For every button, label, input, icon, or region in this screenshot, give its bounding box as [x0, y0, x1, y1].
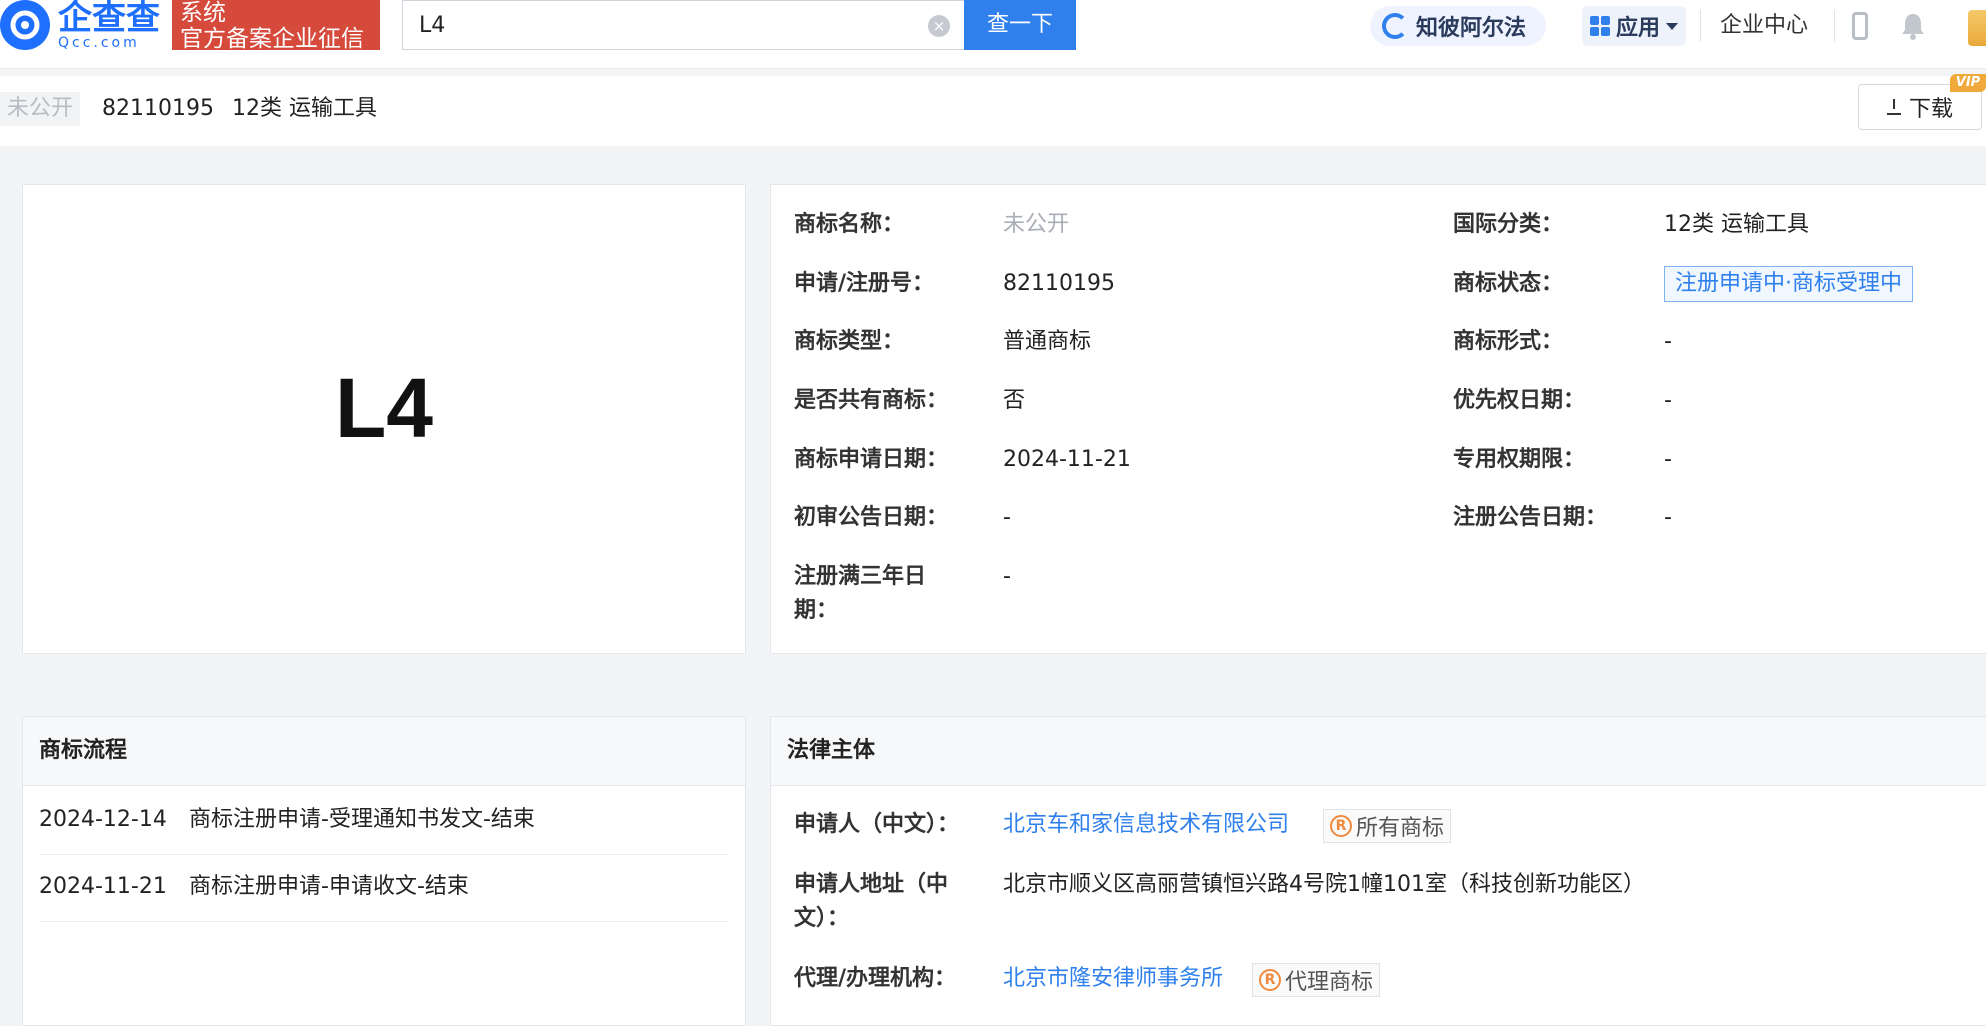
official-record-badge: 系统 官方备案企业征信	[172, 0, 380, 50]
download-label: 下载	[1908, 97, 1953, 122]
address-label: 文）：	[794, 906, 850, 931]
zhibi-logo-icon	[1382, 13, 1408, 39]
detail-label: 国际分类：	[1453, 212, 1564, 237]
detail-label: 优先权日期：	[1453, 388, 1586, 413]
panel-title: 法律主体	[787, 738, 876, 763]
all-trademarks-tag[interactable]: R 所有商标	[1323, 809, 1452, 843]
detail-label: 商标名称：	[794, 212, 905, 237]
address-label: 申请人地址（中	[794, 872, 949, 897]
class-label: 12类 运输工具	[232, 96, 377, 121]
detail-value: -	[1664, 505, 1672, 530]
panel-header: 商标流程	[23, 717, 745, 786]
zhibi-label: 知彼阿尔法	[1416, 16, 1527, 41]
panel-title: 商标流程	[39, 738, 128, 763]
agent-trademarks-tag[interactable]: R 代理商标	[1252, 963, 1381, 997]
qcc-logo-icon[interactable]	[0, 0, 50, 50]
logo-en-text: Qcc.com	[58, 35, 140, 51]
row-divider	[39, 854, 729, 855]
address-value: 北京市顺义区高丽营镇恒兴路4号院1幢101室（科技创新功能区）	[1003, 872, 1645, 897]
detail-value: -	[1003, 564, 1011, 589]
detail-label: 是否共有商标：	[794, 388, 949, 413]
logo-cn-text: 企查查	[58, 0, 160, 38]
detail-label: 商标类型：	[794, 329, 905, 354]
detail-value: -	[1003, 505, 1011, 530]
all-trademarks-label: 所有商标	[1356, 816, 1445, 841]
detail-label: 注册满三年日	[794, 564, 927, 589]
search-button[interactable]: 查一下	[964, 0, 1076, 50]
detail-label: 专用权期限：	[1453, 447, 1586, 472]
search-box	[402, 0, 964, 50]
zhibi-alpha-button[interactable]: 知彼阿尔法	[1370, 6, 1546, 46]
applicant-link[interactable]: 北京车和家信息技术有限公司	[1003, 808, 1289, 842]
vip-badge: VIP	[1950, 74, 1986, 92]
header-divider	[1834, 10, 1835, 42]
header-divider	[1700, 10, 1701, 42]
panel-header: 法律主体	[771, 717, 1986, 786]
detail-value: -	[1664, 329, 1672, 354]
detail-value: 未公开	[1003, 212, 1070, 237]
detail-value: 2024-11-21	[1003, 447, 1131, 472]
bell-icon[interactable]	[1900, 12, 1926, 40]
agent-trademarks-label: 代理商标	[1285, 970, 1374, 995]
flow-text: 商标注册申请-受理通知书发文-结束	[189, 807, 535, 832]
side-widget-icon[interactable]	[1968, 10, 1986, 46]
registered-icon: R	[1330, 815, 1352, 837]
agent-label: 代理/办理机构：	[794, 966, 957, 991]
applicant-label: 申请人（中文）：	[794, 812, 960, 837]
detail-label: 商标形式：	[1453, 329, 1564, 354]
mobile-icon[interactable]	[1852, 12, 1868, 40]
detail-label: 注册公告日期：	[1453, 505, 1608, 530]
detail-value: -	[1664, 388, 1672, 413]
trademark-name-tag: 未公开	[0, 92, 80, 126]
detail-value: -	[1664, 447, 1672, 472]
trademark-image[interactable]: L4	[22, 360, 746, 457]
detail-label: 商标状态：	[1453, 271, 1564, 296]
flow-text: 商标注册申请-申请收文-结束	[189, 874, 469, 899]
clear-search-icon[interactable]: ×	[928, 15, 950, 37]
detail-value: 否	[1003, 388, 1026, 413]
detail-label: 期：	[794, 598, 839, 623]
grid-icon	[1590, 16, 1610, 36]
registration-number: 82110195	[102, 96, 214, 121]
row-divider	[39, 921, 729, 922]
chevron-down-icon	[1666, 22, 1679, 30]
badge-line-1: 系统	[180, 0, 226, 26]
agent-link[interactable]: 北京市隆安律师事务所	[1003, 962, 1223, 996]
flow-date: 2024-12-14	[39, 807, 167, 832]
search-input[interactable]	[403, 1, 935, 49]
trademark-details-panel	[770, 184, 1986, 654]
status-badge: 注册申请中·商标受理中	[1664, 266, 1913, 302]
detail-label: 初审公告日期：	[794, 505, 949, 530]
flow-date: 2024-11-21	[39, 874, 167, 899]
apps-menu-button[interactable]: 应用	[1582, 6, 1686, 46]
apps-label: 应用	[1616, 16, 1661, 41]
detail-value: 12类 运输工具	[1664, 212, 1809, 237]
detail-value: 普通商标	[1003, 329, 1092, 354]
qcc-logo[interactable]: 企查查 Qcc.com	[58, 0, 170, 50]
registered-icon: R	[1259, 969, 1281, 991]
badge-line-2: 官方备案企业征信	[180, 26, 364, 50]
detail-value: 82110195	[1003, 271, 1115, 296]
detail-label: 商标申请日期：	[794, 447, 949, 472]
enterprise-center-link[interactable]: 企业中心	[1720, 10, 1808, 42]
download-icon	[1886, 99, 1901, 115]
detail-label: 申请/注册号：	[794, 271, 935, 296]
